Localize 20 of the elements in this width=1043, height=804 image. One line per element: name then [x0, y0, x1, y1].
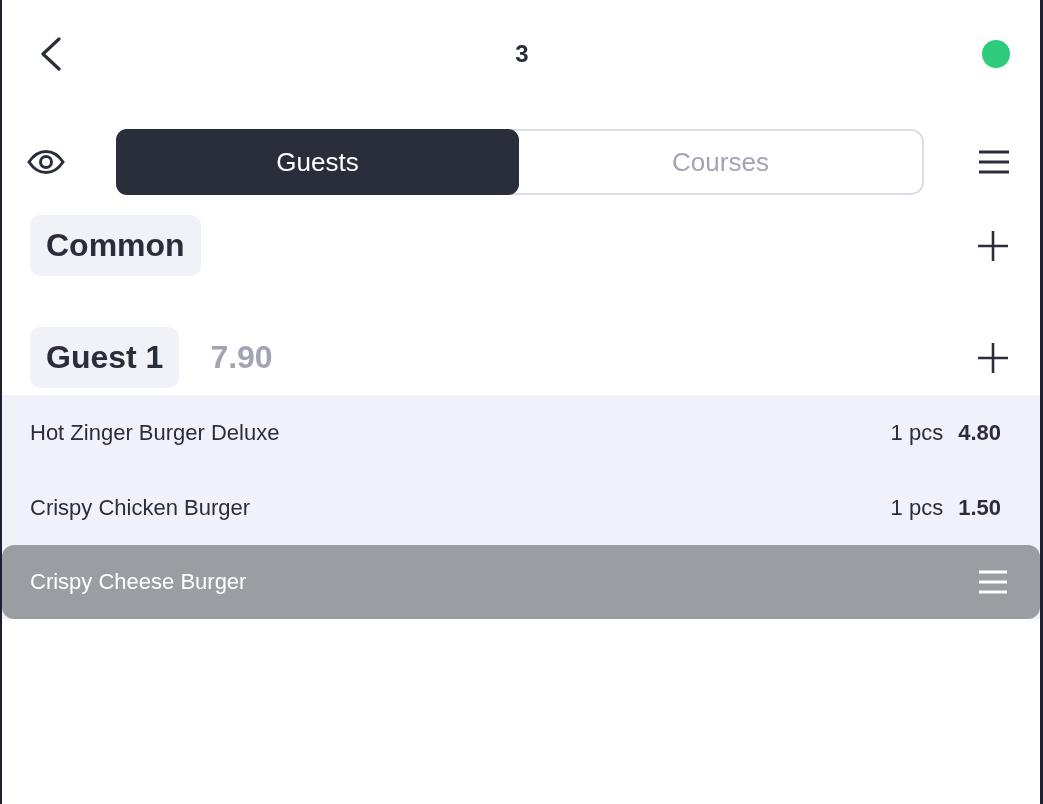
group-chip[interactable]: Common: [30, 215, 201, 276]
item-quantity: 1 pcs: [890, 419, 944, 446]
add-icon[interactable]: [977, 341, 1009, 374]
back-icon[interactable]: [40, 37, 62, 71]
item-name: Hot Zinger Burger Deluxe: [30, 419, 281, 446]
order-item-row[interactable]: Hot Zinger Burger Deluxe 1 pcs 4.80: [2, 395, 1040, 470]
group-total: 7.90: [210, 339, 273, 376]
drag-handle-icon[interactable]: [979, 570, 1007, 594]
eye-icon[interactable]: [27, 150, 65, 174]
item-price: 4.80: [958, 419, 1001, 446]
add-icon[interactable]: [977, 229, 1009, 262]
group-chip[interactable]: Guest 1: [30, 327, 180, 388]
item-name: Crispy Cheese Burger: [30, 569, 248, 595]
order-item-row[interactable]: Crispy Chicken Burger 1 pcs 1.50: [2, 470, 1040, 545]
menu-icon[interactable]: [978, 150, 1010, 174]
item-name: Crispy Chicken Burger: [30, 494, 252, 521]
order-title: 3: [514, 40, 530, 68]
view-tab[interactable]: Guests: [116, 129, 519, 195]
item-quantity: 1 pcs: [890, 494, 944, 521]
item-price: 1.50: [958, 494, 1001, 521]
